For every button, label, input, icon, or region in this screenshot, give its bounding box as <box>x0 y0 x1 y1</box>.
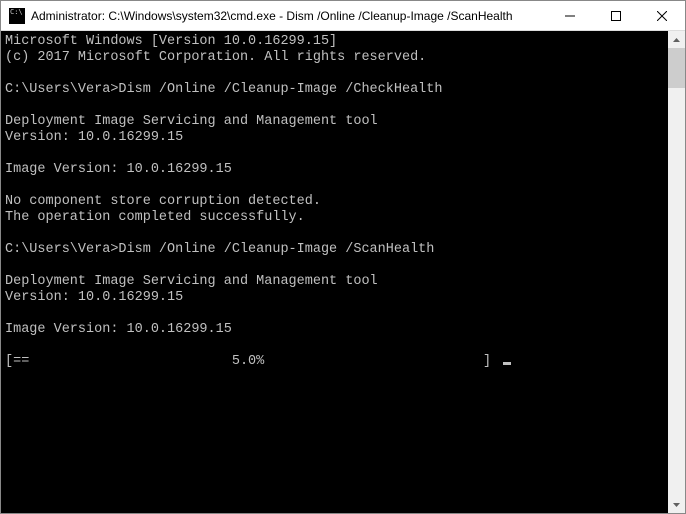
scroll-down-button[interactable] <box>668 496 685 513</box>
console-line: C:\Users\Vera>Dism /Online /Cleanup-Imag… <box>5 82 668 98</box>
scrollbar-track[interactable] <box>668 48 685 496</box>
console-output[interactable]: Microsoft Windows [Version 10.0.16299.15… <box>1 31 668 513</box>
console-line: C:\Users\Vera>Dism /Online /Cleanup-Imag… <box>5 242 668 258</box>
scroll-up-button[interactable] <box>668 31 685 48</box>
console-line: No component store corruption detected. <box>5 194 668 210</box>
console-line: (c) 2017 Microsoft Corporation. All righ… <box>5 50 668 66</box>
console-line: The operation completed successfully. <box>5 210 668 226</box>
scrollbar-thumb[interactable] <box>668 48 685 88</box>
console-line <box>5 66 668 82</box>
console-line: Deployment Image Servicing and Managemen… <box>5 114 668 130</box>
window-controls <box>547 1 685 30</box>
console-line: Deployment Image Servicing and Managemen… <box>5 274 668 290</box>
console-line: Image Version: 10.0.16299.15 <box>5 162 668 178</box>
console-line: Microsoft Windows [Version 10.0.16299.15… <box>5 34 668 50</box>
console-line: Version: 10.0.16299.15 <box>5 130 668 146</box>
window-titlebar: Administrator: C:\Windows\system32\cmd.e… <box>1 1 685 31</box>
console-area: Microsoft Windows [Version 10.0.16299.15… <box>1 31 685 513</box>
console-line <box>5 146 668 162</box>
cmd-icon <box>9 8 25 24</box>
console-line <box>5 306 668 322</box>
vertical-scrollbar[interactable] <box>668 31 685 513</box>
cursor <box>503 362 511 365</box>
console-line: Version: 10.0.16299.15 <box>5 290 668 306</box>
maximize-button[interactable] <box>593 1 639 30</box>
console-line <box>5 98 668 114</box>
window-title: Administrator: C:\Windows\system32\cmd.e… <box>31 9 547 23</box>
minimize-button[interactable] <box>547 1 593 30</box>
console-line <box>5 338 668 354</box>
progress-line: [== 5.0% ] <box>5 354 668 370</box>
console-line: Image Version: 10.0.16299.15 <box>5 322 668 338</box>
console-line <box>5 178 668 194</box>
console-line <box>5 226 668 242</box>
close-button[interactable] <box>639 1 685 30</box>
console-line <box>5 258 668 274</box>
